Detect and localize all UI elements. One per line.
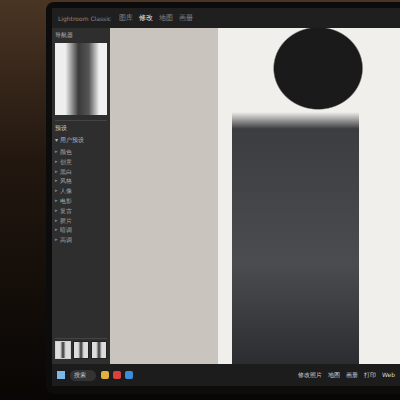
workspace: 导航器 预设 ▾ 用户预设 ▸ 颜色▸ 创意▸ 黑白▸ 风格▸ 人像▸ 电影▸ … (52, 28, 400, 364)
preset-item[interactable]: ▸ 人像 (55, 187, 107, 195)
taskbar: 搜索 修改照片地图画册打印 Web (52, 364, 400, 386)
expand-icon[interactable]: ▸ (55, 217, 58, 225)
taskbar-item[interactable]: 地图 (328, 371, 340, 380)
expand-icon[interactable]: ▸ (55, 207, 58, 215)
app-icon[interactable] (101, 371, 109, 379)
app-icon[interactable] (125, 371, 133, 379)
preset-item[interactable]: ▸ 高调 (55, 236, 107, 244)
filmstrip-thumbnail[interactable] (91, 341, 107, 359)
taskbar-search[interactable]: 搜索 (70, 370, 96, 381)
presets-list: ▸ 颜色 ▸ 创意 ▸ 黑白▸ 风格 ▸ 人像 ▸ 电影 ▸ 复古 ▸ 胶片▸ 暗调 ▸ 高调 (55, 148, 107, 335)
preset-item[interactable]: ▸ 创意 (55, 158, 107, 166)
taskbar-item[interactable]: 画册 (346, 371, 358, 380)
expand-icon[interactable]: ▸ (55, 197, 58, 205)
preset-item[interactable]: ▸ 暗调 (55, 226, 107, 234)
screen: Lightroom Classic 图库修改地图画册 导航器 预设 ▾ 用户预设… (52, 8, 400, 386)
preset-item[interactable]: ▸ 胶片 (55, 217, 107, 225)
canvas-background (110, 28, 218, 364)
module-tab[interactable]: 画册 (179, 13, 193, 23)
module-bar: Lightroom Classic 图库修改地图画册 (52, 8, 400, 28)
taskbar-item[interactable]: Web (382, 371, 395, 380)
photo-of-monitor: Lightroom Classic 图库修改地图画册 导航器 预设 ▾ 用户预设… (0, 0, 400, 400)
taskbar-items: 修改照片地图画册打印 Web (298, 371, 395, 380)
navigator-header: 导航器 (55, 31, 107, 40)
presets-header[interactable]: 预设 (55, 120, 107, 133)
windows-icon[interactable] (57, 371, 65, 379)
app-title: Lightroom Classic (58, 15, 111, 22)
left-panel: 导航器 预设 ▾ 用户预设 ▸ 颜色▸ 创意▸ 黑白▸ 风格▸ 人像▸ 电影▸ … (52, 28, 110, 364)
filmstrip-thumbnail[interactable] (55, 341, 71, 359)
module-tab[interactable]: 修改 (139, 13, 153, 23)
taskbar-apps (101, 371, 133, 379)
expand-icon[interactable]: ▸ (55, 148, 58, 156)
preset-item[interactable]: ▸ 电影 (55, 197, 107, 205)
preset-item[interactable]: ▸ 黑白 (55, 168, 107, 176)
module-tabs: 图库修改地图画册 (119, 13, 193, 23)
monitor-bezel: Lightroom Classic 图库修改地图画册 导航器 预设 ▾ 用户预设… (46, 2, 400, 394)
presets-group[interactable]: ▾ 用户预设 (55, 136, 107, 145)
taskbar-item[interactable]: 打印 (364, 371, 376, 380)
filmstrip (55, 338, 107, 361)
expand-icon[interactable]: ▸ (55, 158, 58, 166)
photo (218, 28, 400, 364)
expand-icon[interactable]: ▸ (55, 177, 58, 185)
preset-item[interactable]: ▸ 颜色 (55, 148, 107, 156)
module-tab[interactable]: 地图 (159, 13, 173, 23)
taskbar-item[interactable]: 修改照片 (298, 371, 322, 380)
filmstrip-thumbnail[interactable] (73, 341, 89, 359)
expand-icon[interactable]: ▸ (55, 187, 58, 195)
expand-icon[interactable]: ▸ (55, 168, 58, 176)
app-icon[interactable] (113, 371, 121, 379)
module-tab[interactable]: 图库 (119, 13, 133, 23)
image-canvas (110, 28, 400, 364)
preset-item[interactable]: ▸ 复古 (55, 207, 107, 215)
expand-icon[interactable]: ▸ (55, 236, 58, 244)
navigator-preview (55, 43, 107, 115)
expand-icon[interactable]: ▸ (55, 226, 58, 234)
preset-item[interactable]: ▸ 风格 (55, 177, 107, 185)
